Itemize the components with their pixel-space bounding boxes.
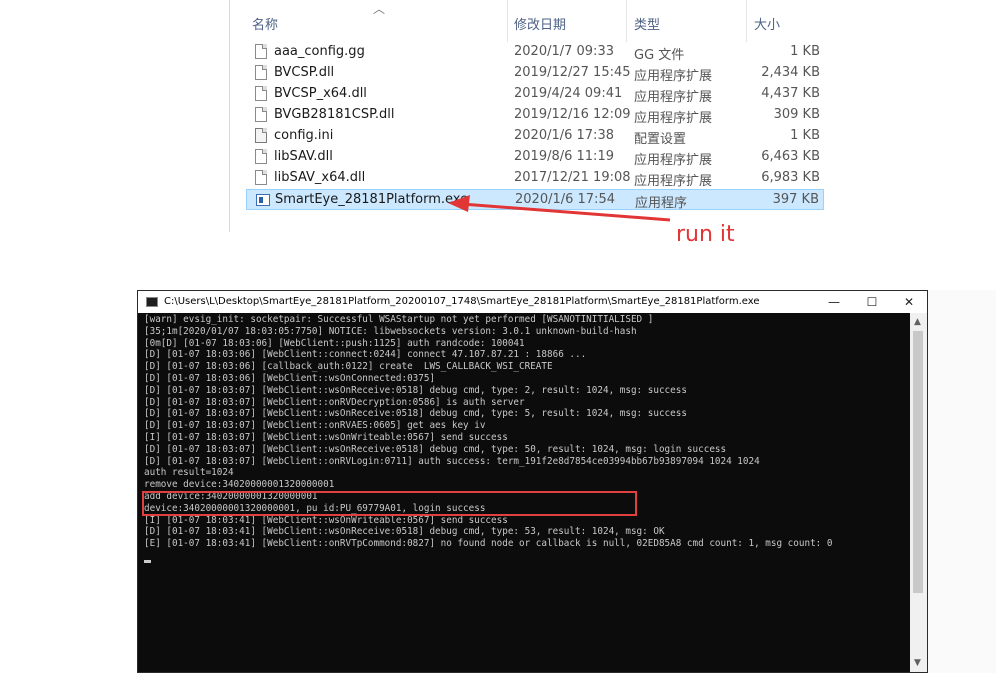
console-line: [0m[D] [01-07 18:03:06] [WebClient::push…	[144, 337, 525, 349]
console-line: [I] [01-07 18:03:07] [WebClient::wsOnWri…	[144, 431, 508, 443]
console-line: [D] [01-07 18:03:06] [WebClient::connect…	[144, 349, 587, 361]
file-row[interactable]: BVGB28181CSP.dll 2019/12/16 12:09 应用程序扩展…	[246, 105, 824, 126]
file-type: 应用程序扩展	[634, 111, 713, 126]
console-title: C:\Users\L\Desktop\SmartEye_28181Platfor…	[164, 296, 760, 307]
file-name: BVGB28181CSP.dll	[274, 107, 395, 122]
console-line: [D] [01-07 18:03:07] [WebClient::onRVAES…	[144, 420, 486, 432]
file-name: aaa_config.gg	[274, 44, 365, 59]
close-button[interactable]: ✕	[895, 293, 923, 311]
console-line: [I] [01-07 18:03:41] [WebClient::wsOnWri…	[144, 514, 508, 526]
column-divider[interactable]	[626, 0, 627, 42]
file-name: BVCSP.dll	[274, 65, 335, 80]
console-cursor	[144, 560, 151, 563]
dll-icon	[255, 170, 267, 185]
file-size: 309 KB	[773, 107, 820, 122]
background-page-strip	[928, 290, 996, 673]
dll-icon	[255, 65, 267, 80]
scroll-down-icon[interactable]: ▼	[914, 658, 921, 668]
file-row[interactable]: libSAV.dll 2019/8/6 11:19 应用程序扩展 6,463 K…	[246, 147, 824, 168]
file-size: 1 KB	[790, 44, 820, 59]
file-date: 2019/8/6 11:19	[514, 149, 614, 164]
column-divider[interactable]	[507, 0, 508, 42]
console-line: auth result=1024	[144, 467, 234, 479]
file-type: 应用程序扩展	[634, 90, 713, 105]
console-window[interactable]: C:\Users\L\Desktop\SmartEye_28181Platfor…	[137, 290, 928, 673]
console-line: [D] [01-07 18:03:07] [WebClient::wsOnRec…	[144, 443, 727, 455]
exe-icon	[256, 194, 270, 206]
file-name: config.ini	[274, 128, 334, 143]
file-size: 6,983 KB	[761, 170, 820, 185]
console-titlebar[interactable]: C:\Users\L\Desktop\SmartEye_28181Platfor…	[138, 291, 927, 313]
console-scrollbar[interactable]: ▲ ▼	[910, 313, 927, 672]
file-type: GG 文件	[634, 48, 685, 63]
column-header-type[interactable]: 类型	[634, 14, 660, 33]
file-size: 1 KB	[790, 128, 820, 143]
console-line: [E] [01-07 18:03:41] [WebClient::onRVTpC…	[144, 538, 833, 550]
minimize-button[interactable]: —	[820, 293, 848, 311]
console-line: [D] [01-07 18:03:07] [WebClient::wsOnRec…	[144, 384, 687, 396]
file-date: 2019/12/16 12:09	[514, 107, 631, 122]
file-type: 应用程序扩展	[634, 174, 713, 189]
sort-ascending-icon: ︿	[373, 2, 386, 16]
file-type: 配置设置	[634, 132, 687, 147]
dll-icon	[255, 107, 267, 122]
file-row[interactable]: libSAV_x64.dll 2017/12/21 19:08 应用程序扩展 6…	[246, 168, 824, 189]
console-line: [D] [01-07 18:03:07] [WebClient::onRVLog…	[144, 455, 760, 467]
file-name: BVCSP_x64.dll	[274, 86, 367, 101]
console-line: [D] [01-07 18:03:07] [WebClient::wsOnRec…	[144, 408, 687, 420]
file-date: 2019/4/24 09:41	[514, 86, 623, 101]
console-line: [D] [01-07 18:03:06] [callback_auth:0122…	[144, 361, 553, 373]
file-date: 2017/12/21 19:08	[514, 170, 631, 185]
file-row[interactable]: BVCSP.dll 2019/12/27 15:45 应用程序扩展 2,434 …	[246, 63, 824, 84]
ini-gear-icon	[255, 128, 267, 143]
file-date: 2020/1/7 09:33	[514, 44, 614, 59]
console-line: [D] [01-07 18:03:41] [WebClient::wsOnRec…	[144, 526, 665, 538]
maximize-button[interactable]: ☐	[858, 293, 886, 311]
file-date: 2019/12/27 15:45	[514, 65, 631, 80]
file-size: 397 KB	[772, 192, 819, 207]
console-line: [35;1m[2020/01/07 18:03:05:7750] NOTICE:…	[144, 325, 637, 337]
column-header-size[interactable]: 大小	[754, 14, 780, 33]
console-line: [D] [01-07 18:03:07] [WebClient::onRVDec…	[144, 396, 525, 408]
column-divider[interactable]	[746, 0, 747, 42]
scroll-up-icon[interactable]: ▲	[914, 317, 921, 327]
console-app-icon	[146, 297, 158, 307]
file-name: libSAV.dll	[274, 149, 333, 164]
column-header-row: ︿ 名称 修改日期 类型 大小	[230, 0, 826, 42]
file-date: 2020/1/6 17:38	[514, 128, 614, 143]
dll-icon	[255, 149, 267, 164]
file-type: 应用程序扩展	[634, 69, 713, 84]
console-line: remove device:34020000001320000001	[144, 479, 335, 491]
file-size: 4,437 KB	[761, 86, 820, 101]
file-name: libSAV_x64.dll	[274, 170, 366, 185]
column-header-date[interactable]: 修改日期	[514, 14, 566, 33]
console-line: [warn] evsig_init: socketpair: Successfu…	[144, 314, 654, 325]
file-size: 6,463 KB	[761, 149, 820, 164]
red-arrow-icon	[448, 195, 671, 222]
file-row[interactable]: aaa_config.gg 2020/1/7 09:33 GG 文件 1 KB	[246, 42, 824, 63]
file-icon	[255, 44, 267, 59]
highlight-box	[142, 491, 637, 516]
file-size: 2,434 KB	[761, 65, 820, 80]
file-row[interactable]: config.ini 2020/1/6 17:38 配置设置 1 KB	[246, 126, 824, 147]
console-line: [D] [01-07 18:03:06] [WebClient::wsOnCon…	[144, 372, 436, 384]
scrollbar-thumb[interactable]	[913, 331, 923, 593]
run-it-annotation: run it	[676, 222, 735, 247]
file-row[interactable]: BVCSP_x64.dll 2019/4/24 09:41 应用程序扩展 4,4…	[246, 84, 824, 105]
file-type: 应用程序扩展	[634, 153, 713, 168]
column-header-name[interactable]: 名称	[252, 14, 278, 33]
dll-icon	[255, 86, 267, 101]
